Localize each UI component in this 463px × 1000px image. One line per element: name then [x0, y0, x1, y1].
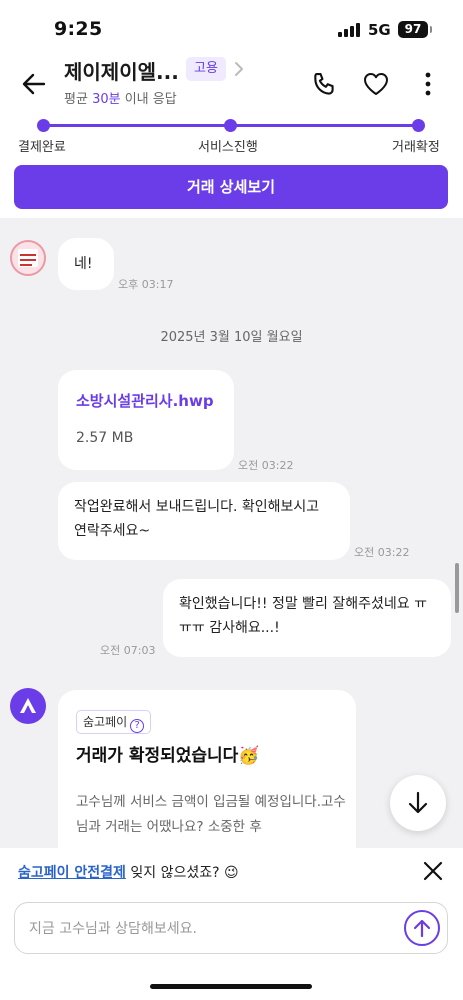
message-bubble: 작업완료해서 보내드립니다. 확인해보시고 연락주세요~ — [58, 482, 350, 560]
progress-dot-1 — [37, 119, 50, 132]
my-message-bubble: 확인했습니다!! 정말 빨리 잘해주셨네요 ㅠㅠㅠ 감사해요...! — [163, 579, 451, 657]
arrow-up-icon — [413, 919, 431, 938]
heart-icon — [364, 73, 388, 95]
favorite-button[interactable] — [362, 71, 390, 97]
signal-icon — [338, 23, 362, 37]
avatar[interactable] — [10, 240, 46, 276]
message-bubble: 네! — [58, 238, 114, 290]
message-composer — [0, 896, 463, 1000]
chevron-right-icon[interactable] — [232, 61, 246, 77]
response-time: 평균 30분 이내 응답 — [64, 88, 177, 107]
response-prefix: 평균 — [64, 92, 88, 107]
soomgo-avatar — [10, 688, 46, 724]
file-attachment[interactable]: 소방시설관리사.hwp 2.57 MB — [58, 370, 234, 470]
phone-icon — [314, 73, 334, 95]
status-time: 9:25 — [54, 18, 103, 40]
progress-step-service: 서비스진행 — [198, 140, 258, 155]
progress-step-payment: 결제완료 — [18, 140, 66, 155]
payment-confirmation-card: 숨고페이? 거래가 확정되었습니다🥳 고수님께 서비스 금액이 입금될 예정입니… — [58, 690, 356, 848]
progress-step-confirm: 거래확정 — [392, 140, 440, 155]
soomgo-logo-icon — [20, 698, 36, 713]
response-suffix: 이내 응답 — [124, 92, 177, 107]
file-name[interactable]: 소방시설관리사.hwp — [76, 390, 214, 411]
file-size: 2.57 MB — [76, 430, 134, 446]
more-vertical-icon — [425, 72, 431, 96]
hire-badge: 고용 — [186, 57, 226, 81]
pay-card-title: 거래가 확정되었습니다🥳 — [76, 746, 260, 766]
more-options-button[interactable] — [420, 69, 436, 99]
message-time: 오전 03:22 — [354, 546, 410, 559]
send-button[interactable] — [404, 910, 440, 946]
close-icon — [423, 861, 443, 881]
close-notice-button[interactable] — [420, 858, 446, 884]
battery-tip — [430, 26, 432, 33]
transaction-progress: 결제완료 서비스진행 거래확정 — [0, 114, 463, 162]
page-title[interactable]: 제이제이엘... — [64, 56, 179, 85]
back-button[interactable] — [20, 70, 48, 98]
chat-area[interactable]: 네! 오후 03:17 2025년 3월 10일 월요일 소방시설관리사.hwp… — [0, 218, 463, 848]
chat-header: 제이제이엘... 고용 평균 30분 이내 응답 — [0, 52, 463, 114]
home-indicator — [150, 984, 312, 989]
notice-suffix: 잊지 않으셨죠? 😉 — [130, 865, 239, 881]
battery-icon: 97 — [398, 21, 428, 38]
call-button[interactable] — [311, 70, 339, 98]
message-input[interactable] — [29, 917, 399, 941]
my-message-time: 오전 07:03 — [100, 644, 156, 657]
scroll-to-bottom-button[interactable] — [390, 775, 446, 831]
pay-badge-label: 숨고페이 — [83, 715, 128, 729]
message-input-box — [14, 902, 448, 954]
progress-dot-3 — [412, 119, 425, 132]
safe-payment-notice: 숨고페이 안전결제 잊지 않으셨죠? 😉 — [0, 848, 463, 896]
status-bar: 9:25 5G 97 — [0, 0, 463, 52]
response-time-value: 30분 — [92, 92, 121, 107]
notice-text: 숨고페이 안전결제 잊지 않으셨죠? 😉 — [18, 862, 239, 882]
arrow-left-icon — [22, 73, 46, 95]
message-time: 오후 03:17 — [118, 278, 174, 291]
arrow-down-icon — [408, 791, 428, 814]
safe-payment-link[interactable]: 숨고페이 안전결제 — [18, 865, 126, 881]
transaction-detail-button[interactable]: 거래 상세보기 — [14, 165, 448, 209]
date-separator: 2025년 3월 10일 월요일 — [160, 330, 303, 345]
help-icon[interactable]: ? — [130, 719, 145, 733]
network-label: 5G — [368, 21, 391, 39]
progress-dot-2 — [224, 119, 237, 132]
soomgo-pay-badge[interactable]: 숨고페이? — [76, 710, 152, 734]
pay-card-body: 고수님께 서비스 금액이 입금될 예정입니다.고수님과 거래는 어땠나요? 소중… — [76, 794, 346, 835]
file-time: 오전 03:22 — [238, 459, 294, 472]
scrollbar[interactable] — [455, 563, 459, 613]
